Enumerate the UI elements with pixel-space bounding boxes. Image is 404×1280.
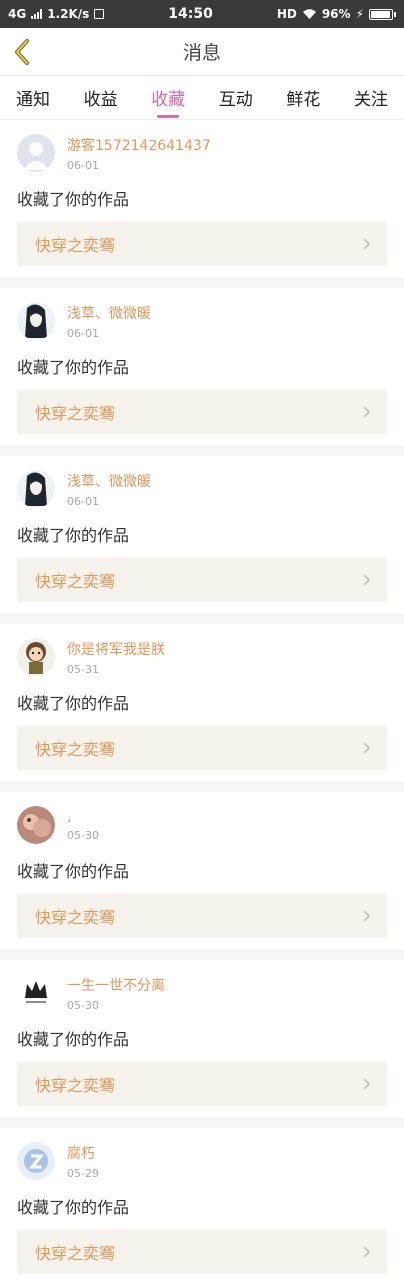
action-text: 收藏了你的作品 (17, 1198, 130, 1217)
username[interactable]: 你是将军我是朕 (67, 639, 165, 659)
signal-icon (31, 9, 43, 19)
chevron-right-icon (363, 237, 371, 250)
username[interactable]: 一生一世不分离 (67, 975, 165, 995)
nfc-icon (94, 9, 105, 19)
back-button[interactable] (10, 38, 34, 66)
network-speed: 1.2K/s (47, 7, 90, 21)
message-card: , 05-30 收藏了你的作品 快穿之奕骞 (0, 792, 404, 949)
crown-avatar[interactable] (17, 974, 55, 1012)
tab-favorites[interactable]: 收藏 (151, 77, 185, 118)
header: 消息 (0, 28, 404, 76)
default-avatar[interactable] (17, 134, 55, 172)
chevron-right-icon (363, 909, 371, 922)
username[interactable]: , (67, 809, 99, 825)
work-title: 快穿之奕骞 (35, 571, 116, 591)
message-date: 06-01 (67, 158, 99, 172)
user-meta: , 05-30 (67, 809, 99, 842)
work-title: 快穿之奕骞 (35, 403, 116, 423)
action-text: 收藏了你的作品 (17, 1030, 130, 1049)
message-card: 你是将军我是朕 05-31 收藏了你的作品 快穿之奕骞 (0, 624, 404, 781)
tab-interactions[interactable]: 互动 (219, 77, 253, 118)
chevron-left-icon (15, 39, 29, 65)
user-meta: 一生一世不分离 05-30 (67, 975, 165, 1012)
chevron-right-icon (363, 1245, 371, 1258)
username[interactable]: 浅草、微微暖 (67, 471, 151, 491)
tab-flowers[interactable]: 鲜花 (286, 77, 320, 118)
work-title: 快穿之奕骞 (35, 235, 116, 255)
message-date: 05-29 (67, 1166, 99, 1180)
message-list: 游客1572142641437 06-01 收藏了你的作品 快穿之奕骞 浅草、微微暖 06… (0, 120, 404, 1280)
user-row: 腐朽 05-29 (17, 1142, 387, 1180)
hd-label: HD (276, 7, 297, 21)
work-title: 快穿之奕骞 (35, 907, 116, 927)
tab-follows[interactable]: 关注 (354, 77, 388, 118)
action-text: 收藏了你的作品 (17, 526, 130, 545)
user-meta: 浅草、微微暖 06-01 (67, 303, 151, 340)
user-row: 浅草、微微暖 06-01 (17, 470, 387, 508)
work-title: 快穿之奕骞 (35, 1243, 116, 1263)
action-text: 收藏了你的作品 (17, 694, 130, 713)
user-row: 浅草、微微暖 06-01 (17, 302, 387, 340)
status-right: HD 96% ⚡ (277, 7, 396, 21)
tab-earnings[interactable]: 收益 (84, 77, 118, 118)
logo-avatar[interactable] (17, 1142, 55, 1180)
battery-fill (371, 10, 391, 18)
status-bar: 4G 1.2K/s 14:50 HD 96% ⚡ (0, 0, 404, 28)
user-row: 游客1572142641437 06-01 (17, 134, 387, 172)
user-row: , 05-30 (17, 806, 387, 844)
chevron-right-icon (363, 405, 371, 418)
user-meta: 你是将军我是朕 05-31 (67, 639, 165, 676)
work-link[interactable]: 快穿之奕骞 (17, 389, 387, 434)
work-link[interactable]: 快穿之奕骞 (17, 1229, 387, 1274)
message-date: 05-30 (67, 998, 99, 1012)
work-link[interactable]: 快穿之奕骞 (17, 1061, 387, 1106)
action-text: 收藏了你的作品 (17, 190, 130, 209)
message-card: 浅草、微微暖 06-01 收藏了你的作品 快穿之奕骞 (0, 456, 404, 613)
message-card: 腐朽 05-29 收藏了你的作品 快穿之奕骞 (0, 1128, 404, 1280)
user-meta: 浅草、微微暖 06-01 (67, 471, 151, 508)
message-card: 一生一世不分离 05-30 收藏了你的作品 快穿之奕骞 (0, 960, 404, 1117)
message-card: 游客1572142641437 06-01 收藏了你的作品 快穿之奕骞 (0, 120, 404, 277)
status-time: 14:50 (168, 6, 213, 22)
work-link[interactable]: 快穿之奕骞 (17, 893, 387, 938)
user-row: 一生一世不分离 05-30 (17, 974, 387, 1012)
action-text: 收藏了你的作品 (17, 862, 130, 881)
anime-girl-avatar[interactable] (17, 470, 55, 508)
user-row: 你是将军我是朕 05-31 (17, 638, 387, 676)
charging-icon: ⚡ (355, 7, 364, 21)
network-type: 4G (8, 7, 27, 21)
work-title: 快穿之奕骞 (35, 739, 116, 759)
work-link[interactable]: 快穿之奕骞 (17, 725, 387, 770)
photo-avatar[interactable] (17, 806, 55, 844)
work-title: 快穿之奕骞 (35, 1075, 116, 1095)
tab-notifications[interactable]: 通知 (16, 77, 50, 118)
work-link[interactable]: 快穿之奕骞 (17, 557, 387, 602)
tab-bar: 通知 收益 收藏 互动 鲜花 关注 (0, 76, 404, 120)
username[interactable]: 浅草、微微暖 (67, 303, 151, 323)
username[interactable]: 腐朽 (67, 1143, 99, 1163)
chevron-right-icon (363, 573, 371, 586)
message-date: 06-01 (67, 326, 99, 340)
message-card: 浅草、微微暖 06-01 收藏了你的作品 快穿之奕骞 (0, 288, 404, 445)
page-title: 消息 (182, 42, 221, 64)
status-left: 4G 1.2K/s (8, 7, 105, 21)
anime-girl-avatar[interactable] (17, 302, 55, 340)
message-date: 05-31 (67, 662, 99, 676)
wifi-icon (302, 9, 316, 19)
username[interactable]: 游客1572142641437 (67, 135, 211, 155)
chevron-right-icon (363, 741, 371, 754)
cartoon-kid-avatar[interactable] (17, 638, 55, 676)
battery-percent: 96% (321, 7, 351, 21)
message-date: 06-01 (67, 494, 99, 508)
battery-icon (369, 8, 396, 20)
action-text: 收藏了你的作品 (17, 358, 130, 377)
work-link[interactable]: 快穿之奕骞 (17, 221, 387, 266)
chevron-right-icon (363, 1077, 371, 1090)
user-meta: 游客1572142641437 06-01 (67, 135, 211, 172)
user-meta: 腐朽 05-29 (67, 1143, 99, 1180)
message-date: 05-30 (67, 828, 99, 842)
